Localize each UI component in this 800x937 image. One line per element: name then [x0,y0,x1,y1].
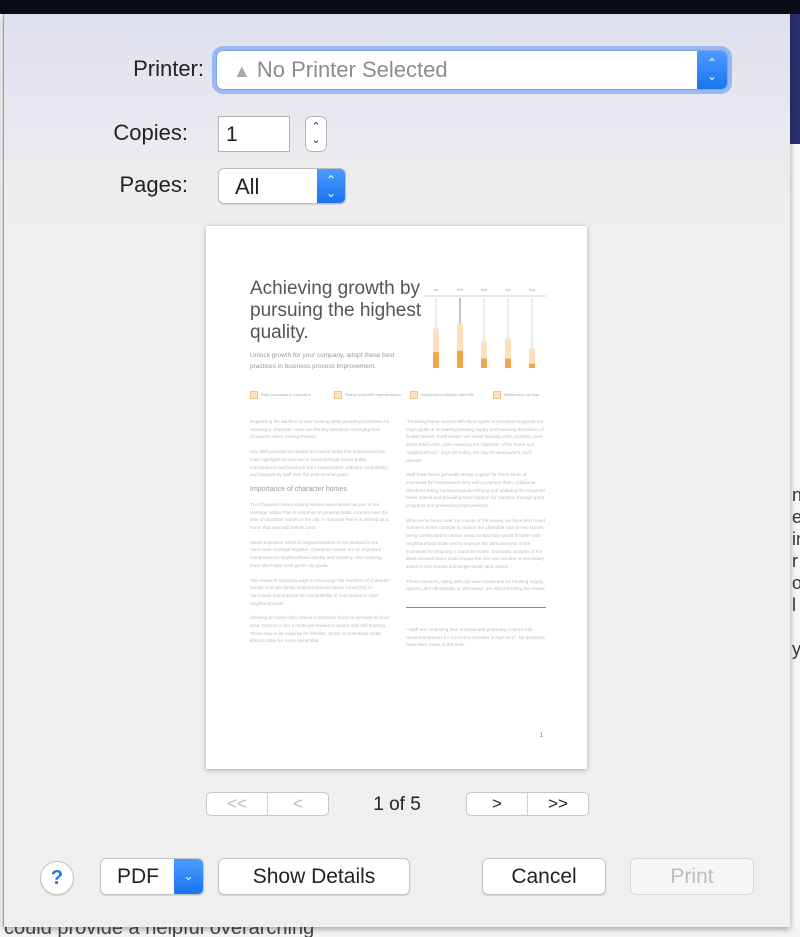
previous-page-button[interactable]: < [267,793,328,815]
footnote-divider [406,607,546,609]
chevron-down-icon[interactable]: ⌄ [174,859,203,894]
legend-item: Ready to benefit representation [334,391,401,399]
printer-value: No Printer Selected [256,57,448,82]
preview-paragraph: These concerns, along with city-wide iss… [406,578,546,592]
copies-stepper[interactable]: ⌃ ⌄ [305,116,327,152]
chart-column-label: Mar [481,288,488,292]
preview-page-number: 1 [539,733,543,739]
background-document-bottom-edge: could provide a helpful overarching [0,927,800,937]
page-indicator: 1 of 5 [373,794,421,815]
chart-column-label: Feb [457,288,463,292]
preview-title: Achieving growth by pursuing the highest… [250,278,422,343]
background-document-right-edge: n ec in r ol l y [790,14,800,937]
printer-label: Printer: [133,56,204,81]
legend-item: Introduction retention benefits [410,391,474,399]
preview-paragraph: What we've heard over the course of the … [406,517,546,569]
printer-select[interactable]: ▲ No Printer Selected ⌃ ⌄ [216,50,728,90]
chart-column-label: Jan [433,288,439,292]
preview-subtitle: Unlock growth for your company, adopt th… [250,352,395,370]
popup-chevrons-icon[interactable]: ⌃ ⌄ [317,169,345,203]
pdf-label: PDF [117,865,159,888]
copies-field[interactable]: 1 [218,116,290,152]
page-nav-back-group: << < [206,792,329,816]
preview-legend: Rate increased to intervalue Ready to be… [250,391,550,401]
preview-paragraph: Supporting the addition of new housing w… [250,419,390,440]
chart-column-label: May [529,288,536,292]
preview-left-column: Supporting the addition of new housing w… [250,418,390,652]
last-page-button[interactable]: >> [527,793,588,815]
page-nav-forward-group: > >> [466,792,589,816]
menu-bar [0,0,800,14]
pages-label: Pages: [119,172,189,197]
chart-bar-dark [457,350,463,368]
copies-label: Copies: [113,120,188,145]
background-text: n ec in r ol l y [792,485,800,659]
first-page-button[interactable]: << [207,793,267,815]
chart-bar-dark [505,358,511,368]
legend-item: Rate increased to intervalue [250,391,311,399]
next-page-button[interactable]: > [467,793,527,815]
preview-paragraph: Allowing an owner who retains a characte… [250,615,389,644]
preview-paragraph: City staff provided an update to Council… [250,449,388,478]
preview-right-column: "Providing home owners with these types … [406,418,546,656]
help-button[interactable]: ? [40,861,74,895]
cancel-button[interactable]: Cancel [482,858,606,895]
preview-paragraph: The Character Home Zoning Review was ini… [250,501,389,531]
print-dialog: Printer: ▲ No Printer Selected ⌃ ⌄ Copies:… [4,14,790,927]
pages-value: All [235,174,260,199]
preview-chart: Jan Feb Mar Apr May [424,288,546,368]
page-preview: Achieving growth by pursuing the highest… [206,226,587,769]
preview-paragraph: The review is exploring ways to encourag… [250,577,390,606]
pdf-menu-button[interactable]: PDF ⌄ [100,858,204,895]
legend-item: Refinement via lead [493,391,539,399]
preview-paragraph: "Providing home owners with these types … [406,419,544,463]
preview-heading: Importance of character homes [250,485,347,493]
background-text: could provide a helpful overarching [4,927,314,937]
print-button[interactable]: Print [630,858,754,895]
chart-bar-dark [529,363,535,368]
preview-paragraph: Meets extension refers to original featu… [250,539,382,568]
warning-triangle-icon: ▲ [233,61,251,81]
show-details-button[interactable]: Show Details [218,858,410,895]
pages-select[interactable]: All ⌃ ⌄ [218,168,346,204]
preview-footnote: ¹ Staff are continuing their analysis an… [406,627,545,648]
background-window-strip [790,14,800,144]
chart-column-label: Apr [505,288,511,292]
chart-bar-dark [433,352,439,368]
preview-paragraph: Staff have heard generally strong suppor… [406,472,546,509]
popup-chevrons-icon[interactable]: ⌃ ⌄ [697,51,727,89]
chart-bar-dark [481,358,487,368]
